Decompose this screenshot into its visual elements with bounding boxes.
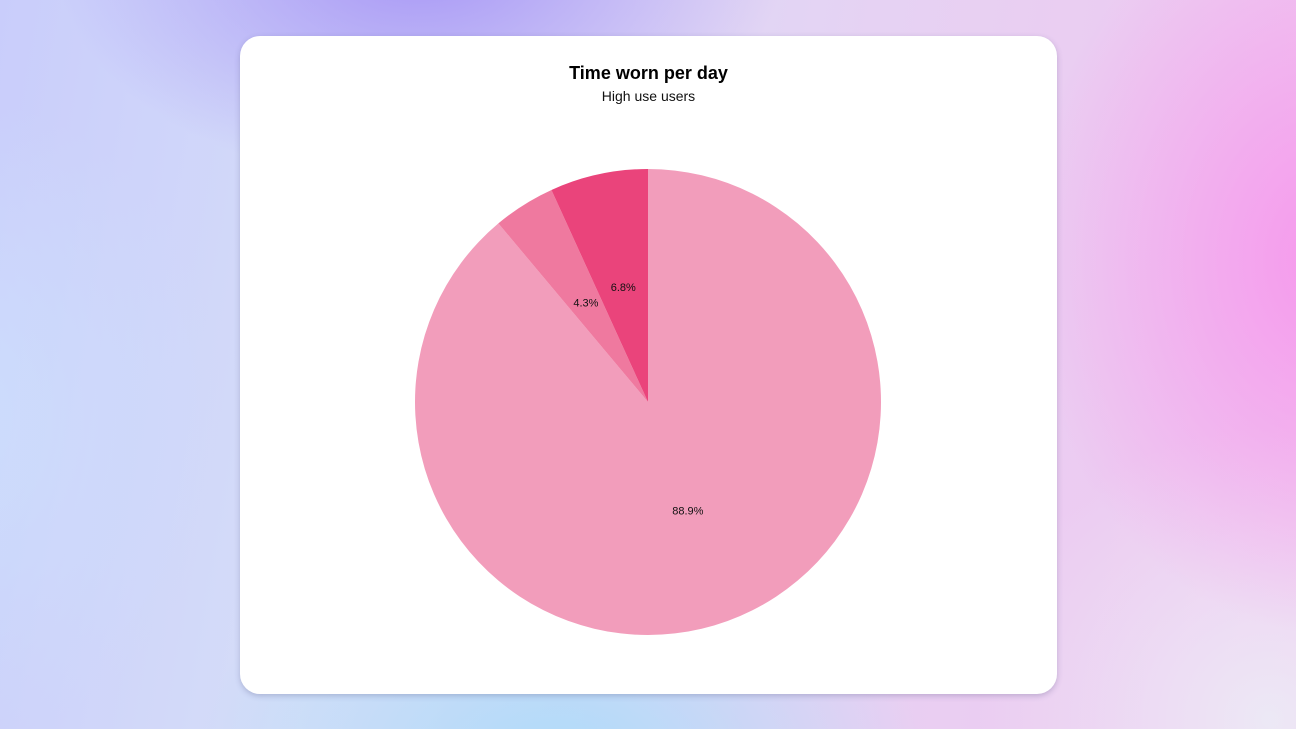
pie-slice-label-1: 4.3%	[573, 297, 598, 309]
chart-card: Time worn per day High use users 88.9% 4.…	[240, 36, 1057, 694]
pie-slice-label-2: 6.8%	[611, 282, 636, 294]
pie-slice-label-0: 88.9%	[672, 505, 703, 517]
pie-chart: 88.9% 4.3% 6.8%	[415, 169, 881, 635]
